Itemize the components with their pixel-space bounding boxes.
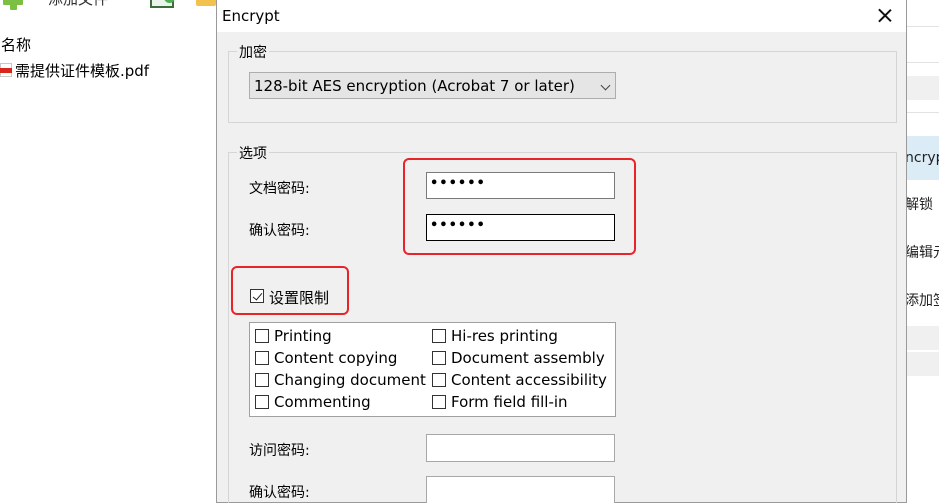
pdf-file-icon <box>0 63 12 77</box>
changing-document-checkbox[interactable] <box>255 373 269 387</box>
action-add-signature[interactable]: 添加签 <box>905 278 939 322</box>
content-copying-label[interactable]: Content copying <box>274 349 397 367</box>
dialog-title: Encrypt <box>222 7 280 25</box>
form-field-fill-in-label[interactable]: Form field fill-in <box>451 393 568 411</box>
changing-document-label[interactable]: Changing document <box>274 371 426 389</box>
panel-separator <box>905 326 939 350</box>
printing-label[interactable]: Printing <box>274 327 332 345</box>
panel-separator <box>905 352 939 376</box>
panel-divider <box>905 26 939 27</box>
encryption-method-select[interactable]: 128-bit AES encryption (Acrobat 7 or lat… <box>249 72 616 99</box>
commenting-label[interactable]: Commenting <box>274 393 371 411</box>
access-password-label: 访问密码: <box>249 443 310 459</box>
access-confirm-password-field[interactable] <box>426 476 615 503</box>
encrypt-dialog: Encrypt 加密 128-bit AES encryption (Acrob… <box>216 0 907 503</box>
file-list-item[interactable]: 需提供证件模板.pdf <box>0 60 149 80</box>
right-action-panel: ncryp 解锁 编辑元 添加签 <box>904 0 939 503</box>
hi-res-printing-label[interactable]: Hi-res printing <box>451 327 558 345</box>
doc-password-field[interactable]: •••••• <box>426 172 615 199</box>
form-field-fill-in-checkbox[interactable] <box>432 395 446 409</box>
close-icon[interactable] <box>873 4 897 28</box>
name-column-header[interactable]: 名称 <box>1 34 31 55</box>
access-confirm-password-label: 确认密码: <box>249 485 310 501</box>
options-group-legend: 选项 <box>237 143 269 163</box>
action-edit-metadata[interactable]: 编辑元 <box>905 230 939 274</box>
add-file-button[interactable]: 添加文件 <box>48 0 108 9</box>
doc-password-label: 文档密码: <box>249 181 310 197</box>
encryption-method-value: 128-bit AES encryption (Acrobat 7 or lat… <box>254 77 575 95</box>
printing-checkbox[interactable] <box>255 329 269 343</box>
panel-separator <box>905 76 939 100</box>
document-assembly-checkbox[interactable] <box>432 351 446 365</box>
chevron-down-icon <box>600 80 611 91</box>
set-restrictions-checkbox[interactable] <box>250 289 264 303</box>
confirm-password-label: 确认密码: <box>249 223 310 239</box>
dialog-titlebar: Encrypt <box>217 0 906 32</box>
content-copying-checkbox[interactable] <box>255 351 269 365</box>
action-unlock[interactable]: 解锁 <box>905 182 939 226</box>
commenting-checkbox[interactable] <box>255 395 269 409</box>
access-password-field[interactable] <box>426 434 615 462</box>
panel-divider <box>905 62 939 63</box>
content-accessibility-label[interactable]: Content accessibility <box>451 371 607 389</box>
file-name: 需提供证件模板.pdf <box>15 61 150 80</box>
set-restrictions-label[interactable]: 设置限制 <box>269 287 329 308</box>
confirm-password-field[interactable]: •••••• <box>426 214 615 241</box>
panel-divider <box>905 112 939 113</box>
hi-res-printing-checkbox[interactable] <box>432 329 446 343</box>
encryption-group-legend: 加密 <box>237 42 269 62</box>
add-folder-icon[interactable] <box>150 0 176 8</box>
add-file-icon[interactable] <box>2 0 24 12</box>
folder-icon[interactable] <box>196 0 216 6</box>
permissions-list: Printing Content copying Changing docume… <box>249 322 616 417</box>
content-accessibility-checkbox[interactable] <box>432 373 446 387</box>
action-encrypt[interactable]: ncryp <box>905 136 939 180</box>
document-assembly-label[interactable]: Document assembly <box>451 349 605 367</box>
